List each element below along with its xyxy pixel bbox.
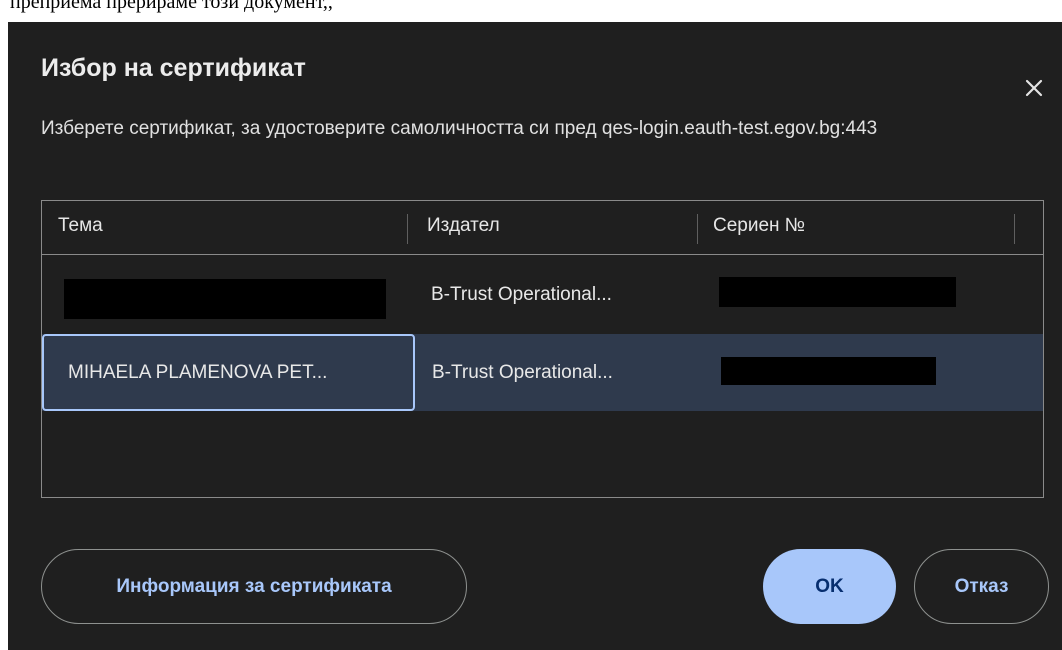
column-header-serial[interactable]: Сериен №	[713, 215, 805, 237]
table-row[interactable]: B-Trust Operational...	[42, 256, 1043, 333]
redacted-serial	[721, 357, 936, 385]
cell-subject	[42, 256, 414, 333]
redacted-serial	[719, 277, 956, 307]
close-button[interactable]	[1020, 74, 1048, 102]
dialog-title: Избор на сертификат	[41, 54, 306, 82]
column-header-subject[interactable]: Тема	[58, 215, 103, 237]
ok-button[interactable]: OK	[763, 549, 896, 624]
column-separator[interactable]	[697, 214, 698, 244]
certificate-selection-dialog: Избор на сертификат Изберете сертификат,…	[8, 22, 1062, 650]
column-separator[interactable]	[1014, 214, 1015, 244]
background-document-strip: преприема прерираме този документ,,	[0, 0, 1062, 22]
cell-serial	[714, 256, 1034, 333]
table-row-selected[interactable]: MIHAELA PLAMENOVA PET... B-Trust Operati…	[42, 334, 1043, 411]
cell-serial	[714, 334, 1034, 411]
cancel-button[interactable]: Отказ	[914, 549, 1049, 624]
cell-issuer: B-Trust Operational...	[432, 361, 613, 383]
column-separator[interactable]	[407, 214, 408, 244]
redacted-subject	[64, 279, 386, 319]
cell-issuer: B-Trust Operational...	[431, 283, 612, 305]
table-header: Тема Издател Сериен №	[42, 201, 1043, 255]
dialog-description: Изберете сертификат, за удостоверите сам…	[41, 118, 878, 139]
close-icon	[1025, 79, 1043, 97]
column-header-issuer[interactable]: Издател	[427, 215, 500, 237]
certificate-info-button[interactable]: Информация за сертификата	[41, 549, 467, 624]
certificate-table: Тема Издател Сериен № B-Trust Operationa…	[41, 200, 1044, 498]
cell-subject: MIHAELA PLAMENOVA PET...	[42, 334, 415, 411]
background-caption: преприема прерираме този документ,,	[10, 0, 333, 13]
